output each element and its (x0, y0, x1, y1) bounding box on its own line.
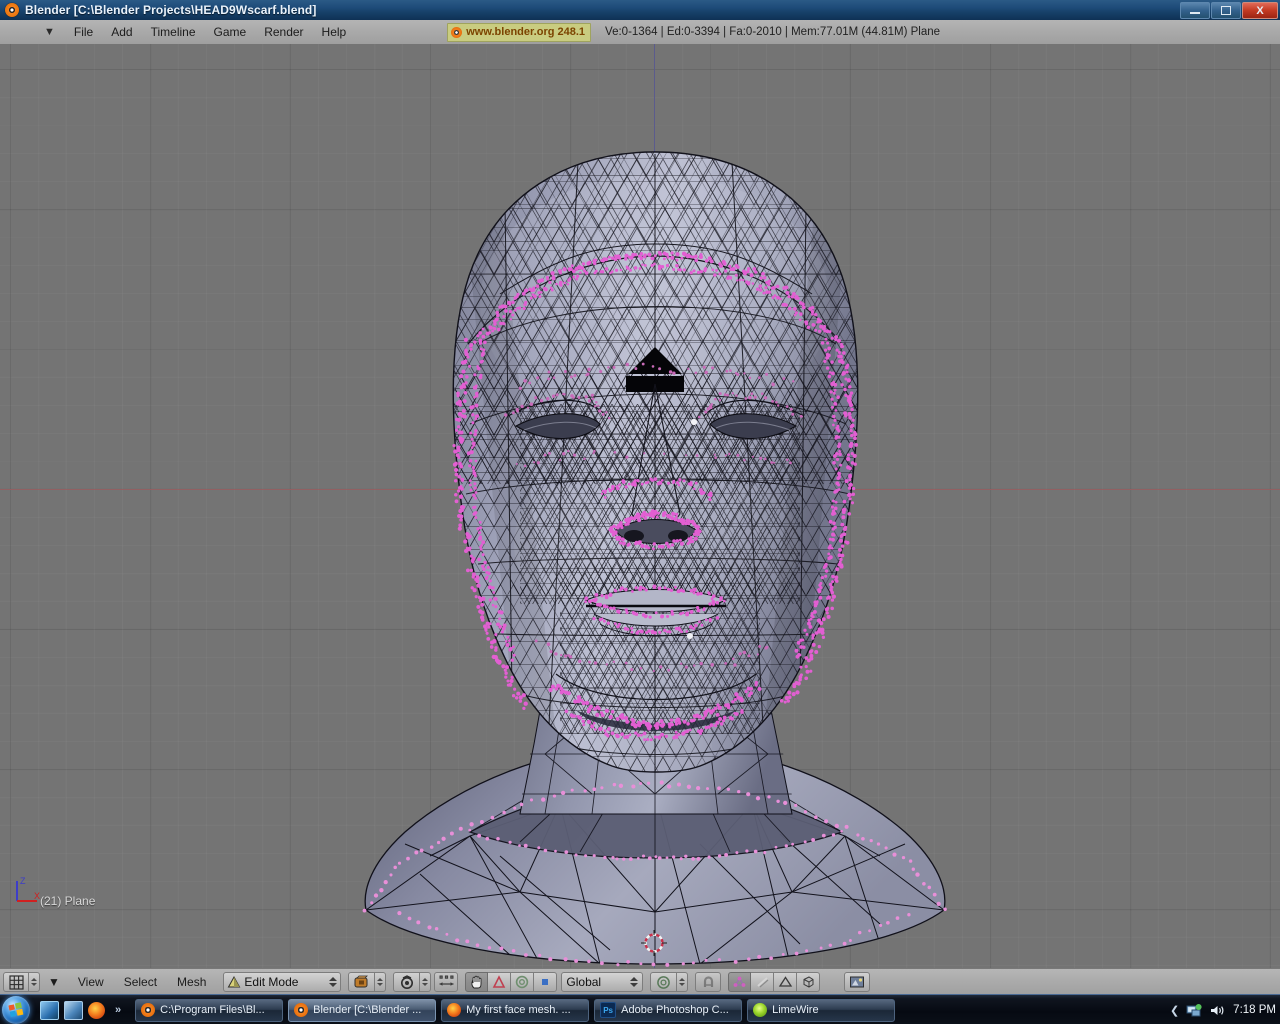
active-vertex (687, 633, 693, 639)
blender-logo-icon (451, 27, 462, 38)
svg-text:Z: Z (20, 876, 26, 886)
transform-orientation-spinner[interactable] (630, 977, 638, 987)
manipulator-buttons: Global (465, 972, 643, 992)
scene-statistics: Ve:0-1364 | Ed:0-3394 | Fa:0-2010 | Mem:… (605, 26, 940, 38)
blender-logo-icon (5, 3, 19, 17)
pivot-center-icon[interactable] (650, 972, 677, 992)
transform-orientation-dropdown[interactable]: Global (561, 972, 643, 992)
blender-top-header: ▼ File Add Timeline Game Render Help www… (0, 20, 1280, 45)
menu-add[interactable]: Add (102, 23, 141, 41)
menu-timeline[interactable]: Timeline (142, 23, 205, 41)
transform-orientation-label: Global (566, 975, 630, 989)
draw-type-spinner[interactable] (375, 972, 386, 992)
chevron-down-icon[interactable]: ▼ (40, 973, 68, 991)
editor-type-spinner[interactable] (29, 972, 40, 992)
mesh-svg (0, 44, 1280, 968)
taskbar-item-explorer[interactable]: C:\Program Files\Bl... (135, 999, 283, 1022)
switch-windows-icon[interactable] (64, 1001, 83, 1020)
taskbar-clock: 7:18 PM (1233, 1004, 1276, 1016)
firefox-icon[interactable] (88, 1002, 105, 1019)
occlude-geometry-icon[interactable] (797, 972, 820, 992)
menu-render[interactable]: Render (255, 23, 312, 41)
photoshop-icon: Ps (600, 1002, 616, 1018)
edit-mode-icon (227, 975, 241, 989)
volume-icon[interactable] (1209, 1003, 1225, 1018)
menu-game[interactable]: Game (205, 23, 256, 41)
manipulator-translate-icon[interactable] (434, 972, 458, 992)
mode-dropdown[interactable]: Edit Mode (223, 972, 341, 992)
render-preview-icon[interactable] (844, 972, 870, 992)
axis-gizmo: Z X (10, 874, 44, 908)
mode-spinner[interactable] (329, 977, 337, 987)
editor-type-selector[interactable] (3, 972, 40, 992)
taskbar-item-firefox[interactable]: My first face mesh. ... (441, 999, 589, 1022)
face-select-icon[interactable] (774, 972, 797, 992)
quick-launch-bar: » (40, 1001, 121, 1020)
taskbar-item-label: C:\Program Files\Bl... (160, 1004, 265, 1016)
solid-shading-icon[interactable] (348, 972, 375, 992)
3d-viewport[interactable]: Z X (21) Plane (0, 44, 1280, 968)
taskbar-item-blender[interactable]: Blender [C:\Blender ... (288, 999, 436, 1022)
head (440, 144, 880, 784)
pivot-selector[interactable] (650, 972, 688, 992)
menu-mesh[interactable]: Mesh (167, 973, 216, 991)
edge-select-icon[interactable] (751, 972, 774, 992)
blue-square-icon[interactable] (534, 972, 557, 992)
view-rotate-icon[interactable] (393, 972, 420, 992)
scale-circle-icon[interactable] (511, 972, 534, 992)
menu-file[interactable]: File (65, 23, 102, 41)
quick-launch-overflow[interactable]: » (115, 1004, 121, 1016)
taskbar-item-limewire[interactable]: LimeWire (747, 999, 895, 1022)
start-button[interactable] (2, 996, 30, 1024)
limewire-icon (753, 1003, 767, 1017)
hand-cursor-icon[interactable] (465, 972, 488, 992)
taskbar-item-label: My first face mesh. ... (466, 1004, 571, 1016)
rotate-triangle-icon[interactable] (488, 972, 511, 992)
menu-select[interactable]: Select (114, 973, 167, 991)
rotation-mode-selector[interactable] (393, 972, 458, 992)
windows-taskbar: » C:\Program Files\Bl... Blender [C:\Ble… (0, 994, 1280, 1024)
screen: Blender [C:\Blender Projects\HEAD9Wscarf… (0, 0, 1280, 1024)
minimize-button[interactable] (1180, 2, 1210, 19)
active-vertex (691, 419, 697, 425)
mesh-select-modes (728, 972, 820, 992)
grid-editor-icon[interactable] (3, 972, 29, 992)
window-titlebar: Blender [C:\Blender Projects\HEAD9Wscarf… (0, 0, 1280, 21)
human-head-bust-wireframe[interactable] (0, 44, 1280, 968)
blender-logo-icon (294, 1003, 308, 1017)
menu-view[interactable]: View (68, 973, 114, 991)
pivot-spinner[interactable] (677, 972, 688, 992)
blender-logo-icon (141, 1003, 155, 1017)
blender-version-badge[interactable]: www.blender.org 248.1 (447, 23, 591, 42)
chevron-down-icon[interactable]: ▼ (44, 27, 55, 38)
vertex-select-icon[interactable] (728, 972, 751, 992)
window-controls: X (1180, 2, 1278, 19)
taskbar-item-photoshop[interactable]: Ps Adobe Photoshop C... (594, 999, 742, 1022)
show-desktop-icon[interactable] (40, 1001, 59, 1020)
menu-help[interactable]: Help (313, 23, 356, 41)
rotation-mode-spinner[interactable] (420, 972, 431, 992)
system-tray: ❮ 7:18 PM (1170, 995, 1276, 1024)
draw-type-selector[interactable] (348, 972, 386, 992)
3d-cursor (641, 930, 667, 956)
taskbar-item-label: LimeWire (772, 1004, 818, 1016)
mode-label: Edit Mode (244, 975, 329, 989)
restore-button[interactable] (1211, 2, 1241, 19)
active-object-label: (21) Plane (40, 894, 95, 908)
taskbar-window-list: C:\Program Files\Bl... Blender [C:\Blend… (135, 999, 895, 1022)
3d-view-header: ▼ View Select Mesh Edit Mode Global (0, 968, 1280, 995)
taskbar-item-label: Blender [C:\Blender ... (313, 1004, 421, 1016)
snap-magnet-icon[interactable] (695, 972, 721, 992)
network-icon[interactable] (1186, 1003, 1202, 1018)
firefox-icon (447, 1003, 461, 1017)
blender-version-label: www.blender.org 248.1 (466, 26, 585, 38)
window-title: Blender [C:\Blender Projects\HEAD9Wscarf… (25, 3, 316, 17)
chevron-left-icon[interactable]: ❮ (1170, 1004, 1179, 1017)
taskbar-item-label: Adobe Photoshop C... (621, 1004, 729, 1016)
close-button[interactable]: X (1242, 2, 1278, 19)
mode-selector[interactable]: Edit Mode (223, 972, 341, 992)
